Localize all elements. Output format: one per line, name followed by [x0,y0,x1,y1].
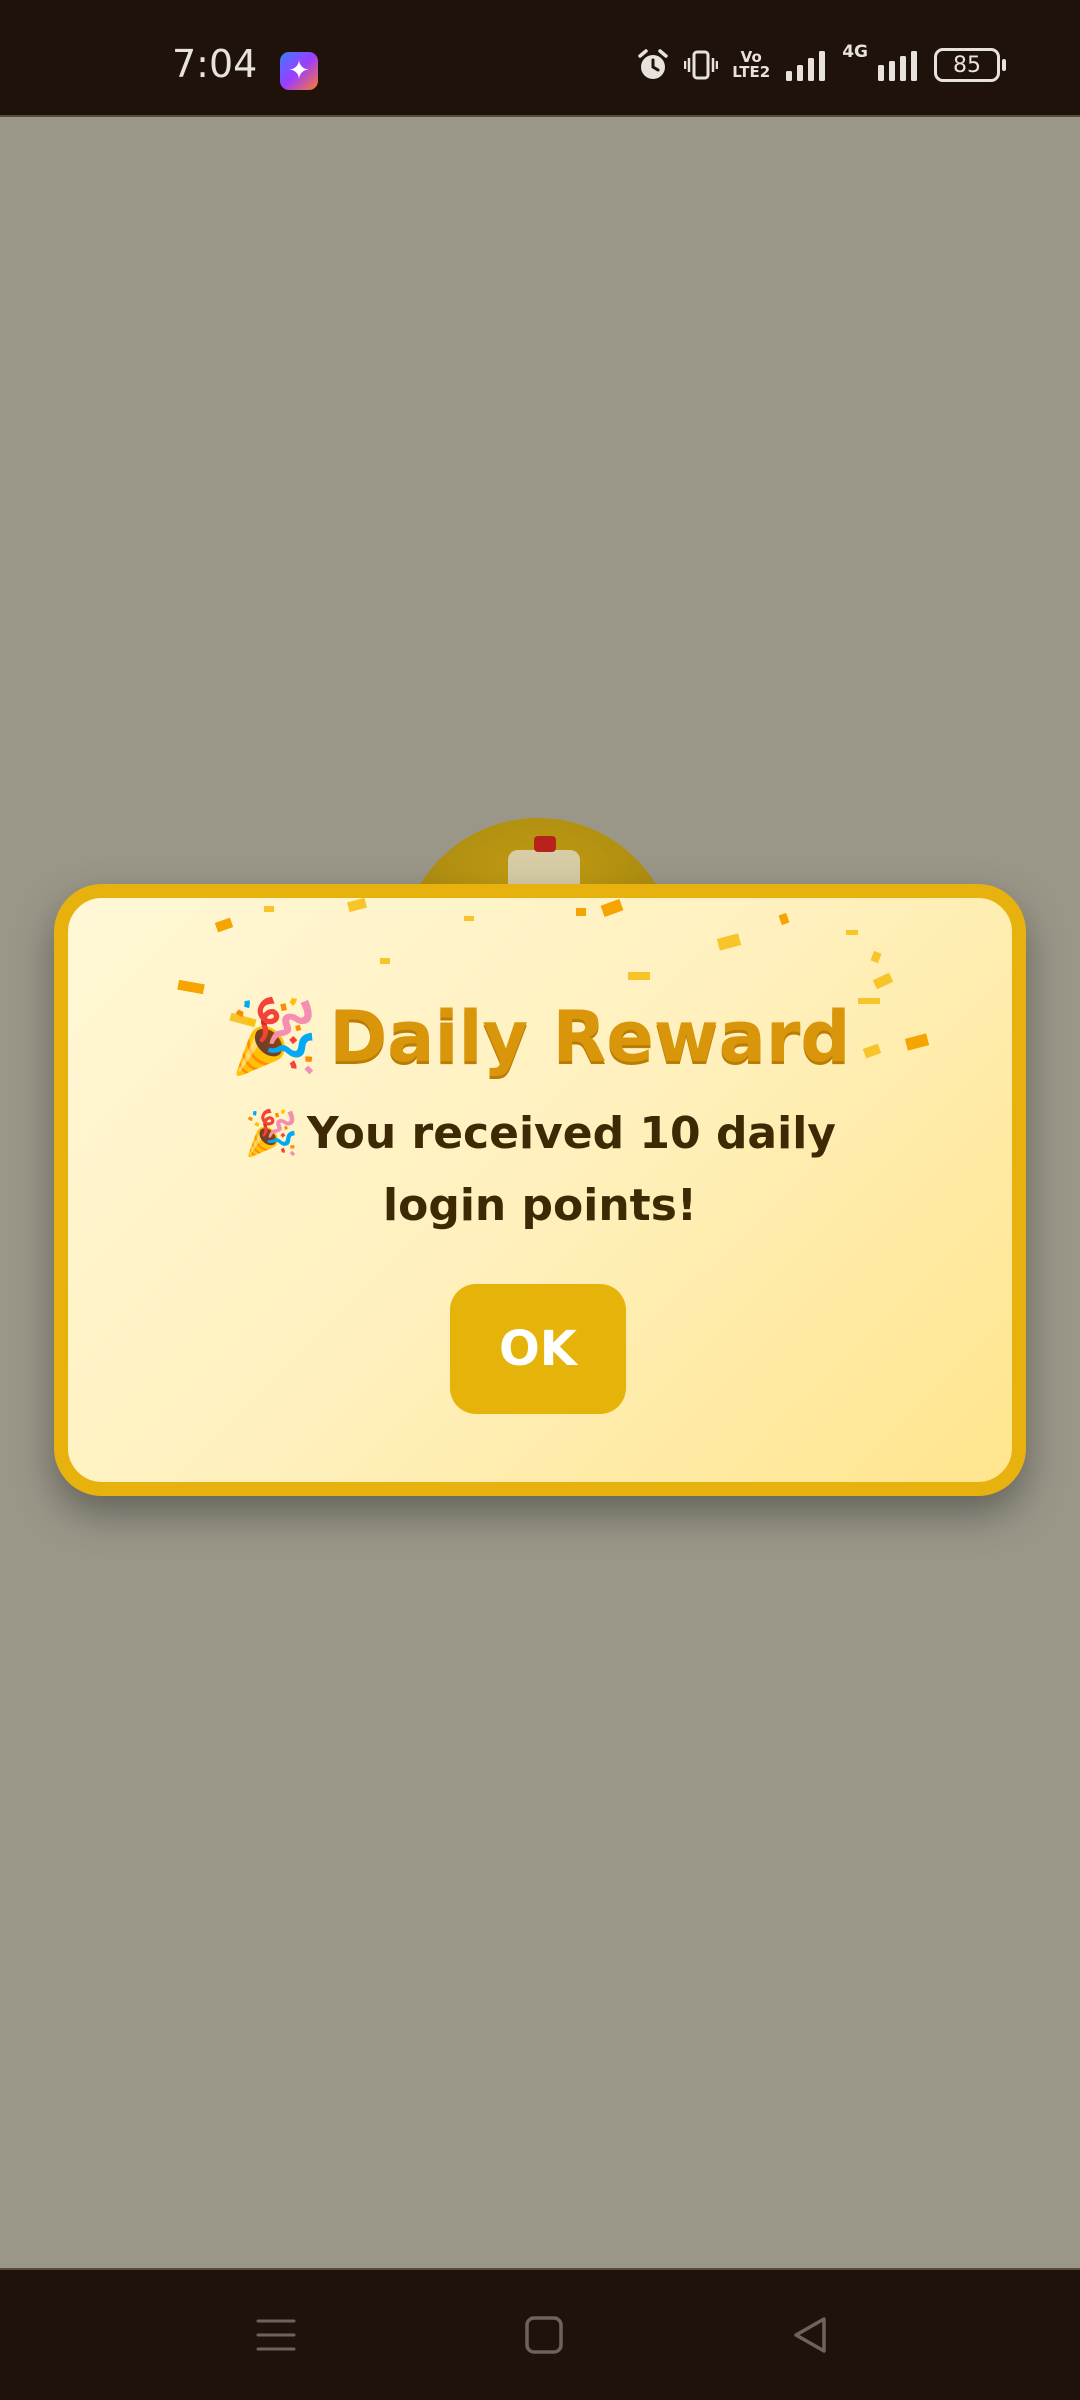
signal-icon [784,49,828,81]
star-app-icon: ✦ [280,52,318,90]
party-popper-icon: 🎉 [229,994,320,1078]
status-icons: Vo LTE2 4G 85 [636,42,1006,82]
battery-icon: 85 [934,48,1006,82]
status-bar: 7:04 ✦ Vo LTE2 4G 85 [0,0,1080,117]
party-popper-icon: 🎉 [244,1108,299,1159]
home-icon[interactable] [504,2300,584,2370]
dialog-title-text: Daily Reward [329,996,851,1078]
vibrate-icon [684,48,719,82]
dialog-message-text: You received 10 daily login points! [306,1108,836,1231]
dialog-title: 🎉 Daily Reward [68,994,1012,1079]
volte-label-bottom: LTE2 [732,63,771,81]
screen: 7:04 ✦ Vo LTE2 4G 85 🎉 Daily Reward 🎉 Yo… [0,0,1080,2400]
signal-4g-icon [876,49,920,81]
back-icon[interactable] [770,2300,850,2370]
menu-icon[interactable] [236,2300,316,2370]
navigation-bar [0,2268,1080,2400]
status-time: 7:04 [172,42,258,86]
alarm-icon [636,48,670,82]
volte-icon: Vo LTE2 [732,50,770,80]
daily-reward-dialog: 🎉 Daily Reward 🎉 You received 10 daily log… [54,884,1026,1496]
network-4g-label: 4G [842,42,868,62]
battery-level: 85 [953,52,981,78]
dialog-message: 🎉 You received 10 daily login points! [178,1098,902,1242]
ok-button[interactable]: OK [450,1284,626,1414]
